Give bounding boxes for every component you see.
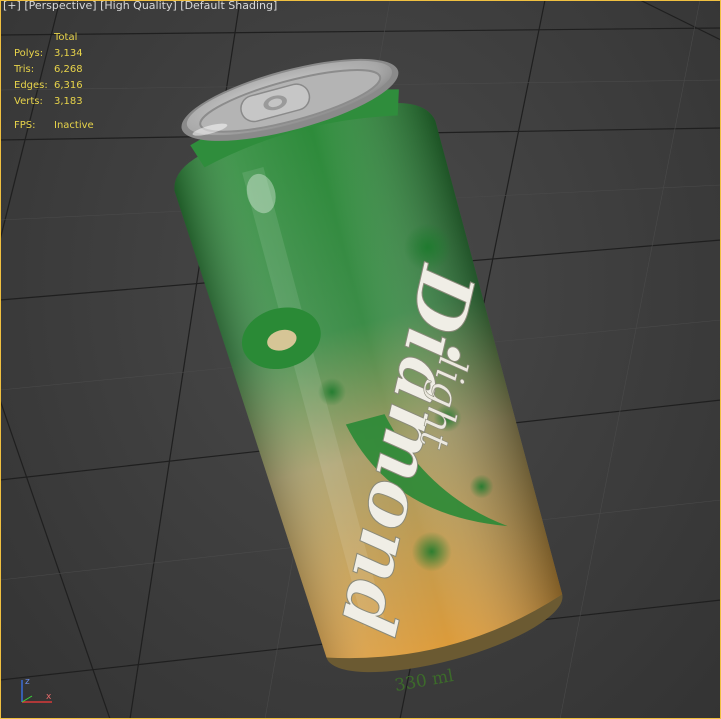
stats-header: Total bbox=[54, 32, 78, 43]
soda-can[interactable]: Diamond light 330 ml bbox=[0, 0, 721, 719]
stats-verts-label: Verts: bbox=[14, 96, 43, 107]
stats-edges-value: 6,316 bbox=[54, 80, 83, 91]
stats-polys-label: Polys: bbox=[14, 48, 44, 59]
stats-verts-value: 3,183 bbox=[54, 96, 83, 107]
stats-fps-value: Inactive bbox=[54, 120, 94, 131]
viewport-plus-menu[interactable]: [+] bbox=[3, 0, 21, 12]
perspective-viewport[interactable]: Diamond light 330 ml [+] [Perspective] [… bbox=[0, 0, 721, 719]
axis-z-label: z bbox=[25, 677, 30, 687]
stats-tris-value: 6,268 bbox=[54, 64, 83, 75]
stats-fps-label: FPS: bbox=[14, 120, 36, 131]
stats-polys-value: 3,134 bbox=[54, 48, 83, 59]
axis-gizmo-icon: z x bbox=[21, 677, 52, 703]
axis-x-label: x bbox=[46, 692, 52, 702]
viewport-shading-menu[interactable]: [Default Shading] bbox=[180, 0, 277, 12]
viewport-view-menu[interactable]: [Perspective] bbox=[24, 0, 96, 12]
viewport-quality-menu[interactable]: [High Quality] bbox=[100, 0, 177, 12]
can-volume-text: 330 ml bbox=[393, 666, 455, 696]
viewport-label-bar: [+] [Perspective] [High Quality] [Defaul… bbox=[3, 0, 277, 12]
stats-edges-label: Edges: bbox=[14, 80, 48, 91]
stats-tris-label: Tris: bbox=[14, 64, 35, 75]
statistics-overlay: Total Polys: 3,134 Tris: 6,268 Edges: 6,316… bbox=[14, 30, 94, 134]
